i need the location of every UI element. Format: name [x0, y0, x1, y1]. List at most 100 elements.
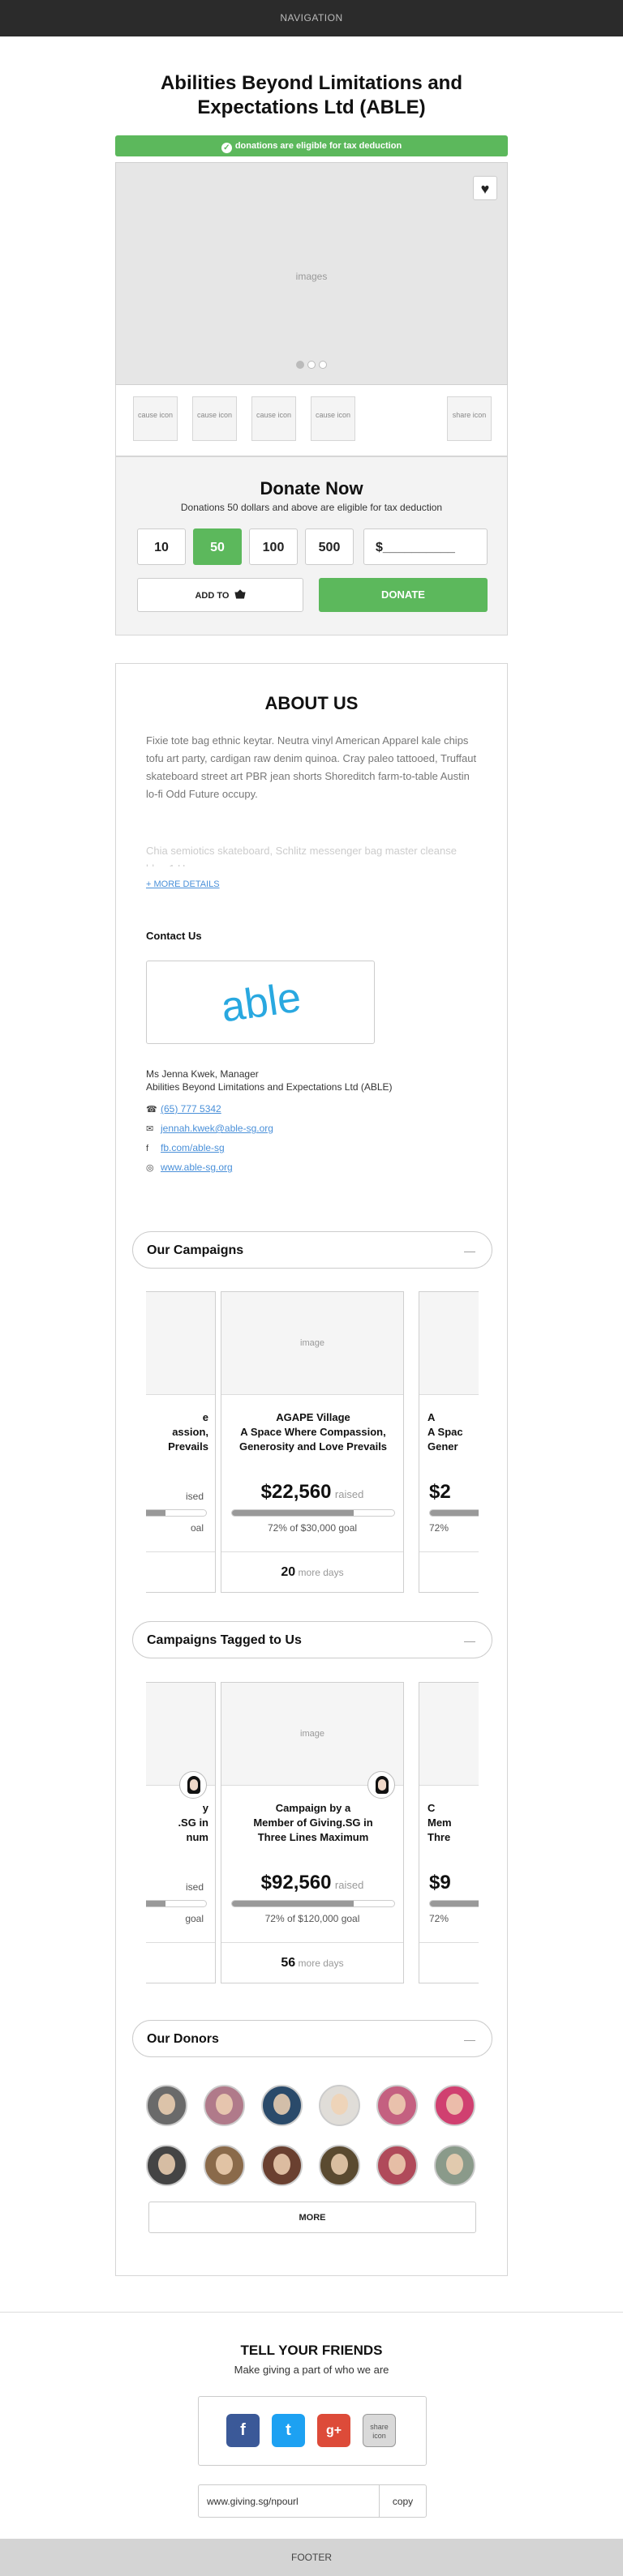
share-heading: TELL YOUR FRIENDS: [240, 2343, 383, 2358]
facebook-icon[interactable]: f: [226, 2414, 260, 2447]
contact-name: Ms Jenna Kwek, Manager: [146, 1068, 259, 1080]
about-panel: ABOUT US Fixie tote bag ethnic keytar. N…: [115, 663, 508, 2276]
cause-icon[interactable]: cause icon: [311, 396, 355, 441]
basket-icon: [234, 589, 246, 599]
donor-avatar[interactable]: [376, 2085, 418, 2126]
collapse-icon[interactable]: —: [464, 1232, 475, 1269]
donate-title: Donate Now: [260, 478, 363, 499]
donor-avatar[interactable]: [434, 2145, 475, 2186]
our-campaigns-header[interactable]: Our Campaigns —: [132, 1231, 492, 1269]
campaign-card[interactable]: y .SG in num ised goal: [146, 1682, 216, 1983]
campaign-progress-bar: [231, 1509, 395, 1517]
twitter-icon[interactable]: t: [272, 2414, 305, 2447]
more-details-link[interactable]: + MORE DETAILS: [146, 879, 220, 889]
donor-avatar[interactable]: [204, 2085, 245, 2126]
share-icon[interactable]: share icon: [363, 2414, 396, 2447]
contact-heading: Contact Us: [146, 930, 202, 942]
gallery-dot[interactable]: [307, 361, 316, 369]
campaign-goal: 72% of $30,000 goal: [267, 1522, 358, 1534]
about-title: ABOUT US: [264, 693, 359, 713]
amount-500-button[interactable]: 500: [305, 528, 354, 565]
campaign-card[interactable]: C Mem Thre $9 72%: [419, 1682, 479, 1983]
add-to-basket-button[interactable]: ADD TO: [137, 578, 303, 612]
facebook-icon: f: [146, 1144, 149, 1153]
add-to-label: ADD TO: [195, 591, 230, 601]
donor-avatar[interactable]: [146, 2085, 187, 2126]
globe-icon: ◎: [146, 1163, 154, 1173]
campaign-title: AGAPE Village A Space Where Compassion, …: [238, 1411, 388, 1453]
gallery-dot[interactable]: [296, 361, 304, 369]
donor-avatar[interactable]: [376, 2145, 418, 2186]
contact-facebook[interactable]: f fb.com/able-sg: [146, 1142, 225, 1153]
campaign-card[interactable]: A A Spac Gener $2 72%: [419, 1291, 479, 1593]
avatar: [367, 1771, 395, 1799]
gallery-dot[interactable]: [319, 361, 327, 369]
about-text-faded: Chia semiotics skateboard, Schlitz messe…: [146, 845, 457, 867]
cause-icon[interactable]: cause icon: [133, 396, 178, 441]
custom-amount-input[interactable]: $__________: [363, 528, 488, 565]
donor-avatar[interactable]: [434, 2085, 475, 2126]
footer: FOOTER: [0, 2539, 623, 2576]
amount-10-button[interactable]: 10: [137, 528, 186, 565]
collapse-icon[interactable]: —: [464, 2021, 475, 2058]
donate-button[interactable]: DONATE: [319, 578, 488, 612]
campaign-progress-fill: [232, 1510, 354, 1516]
campaign-card[interactable]: e assion, Prevails ised oal: [146, 1291, 216, 1593]
donor-avatar[interactable]: [319, 2085, 360, 2126]
avatar: [179, 1771, 207, 1799]
donors-title: Our Donors: [147, 2032, 219, 2046]
share-url-field[interactable]: www.giving.sg/npourl copy: [198, 2484, 427, 2518]
more-donors-button[interactable]: MORE: [148, 2202, 476, 2233]
donor-avatar[interactable]: [261, 2085, 303, 2126]
tagged-campaigns-carousel[interactable]: y .SG in num ised goal image Campaign by…: [146, 1682, 479, 1990]
campaign-card[interactable]: image AGAPE Village A Space Where Compas…: [221, 1291, 404, 1593]
campaign-card[interactable]: image Campaign by a Member of Giving.SG …: [221, 1682, 404, 1983]
cause-icon[interactable]: cause icon: [251, 396, 296, 441]
tax-deduction-banner: ✓ donations are eligible for tax deductio…: [115, 135, 508, 156]
donor-avatar[interactable]: [146, 2145, 187, 2186]
google-plus-icon[interactable]: g+: [317, 2414, 350, 2447]
campaign-title: Campaign by a Member of Giving.SG in Thr…: [253, 1802, 373, 1843]
donor-avatar[interactable]: [261, 2145, 303, 2186]
gallery-placeholder: images: [295, 271, 328, 282]
contact-phone[interactable]: ☎ (65) 777 5342: [146, 1103, 221, 1115]
share-icon[interactable]: share icon: [447, 396, 492, 441]
able-logo: able: [218, 973, 303, 1031]
tagged-campaigns-title: Campaigns Tagged to Us: [147, 1633, 302, 1647]
share-subheading: Make giving a part of who we are: [234, 2364, 389, 2376]
amount-100-button[interactable]: 100: [249, 528, 298, 565]
contact-website[interactable]: ◎ www.able-sg.org: [146, 1162, 233, 1173]
divider: [0, 2312, 623, 2313]
campaign-progress-bar: [231, 1900, 395, 1907]
our-campaigns-carousel[interactable]: e assion, Prevails ised oal image AGAPE …: [146, 1291, 479, 1599]
share-buttons: f t g+ share icon: [198, 2396, 427, 2466]
tax-banner-label: donations are eligible for tax deduction: [234, 141, 402, 151]
cause-icon[interactable]: cause icon: [192, 396, 237, 441]
donate-subtitle: Donations 50 dollars and above are eligi…: [180, 502, 443, 513]
copy-button[interactable]: copy: [379, 2485, 426, 2517]
amount-50-button[interactable]: 50: [193, 528, 242, 565]
collapse-icon[interactable]: —: [464, 1622, 475, 1659]
donor-avatar[interactable]: [319, 2145, 360, 2186]
tagged-campaigns-header[interactable]: Campaigns Tagged to Us —: [132, 1621, 492, 1658]
navigation-bar[interactable]: NAVIGATION: [0, 0, 623, 36]
image-gallery[interactable]: images ♥: [115, 162, 508, 385]
contact-org: Abilities Beyond Limitations and Expecta…: [146, 1081, 393, 1093]
check-icon: ✓: [221, 143, 232, 153]
contact-details: Ms Jenna Kwek, Manager Abilities Beyond …: [146, 1068, 393, 1093]
donor-avatar[interactable]: [204, 2145, 245, 2186]
org-logo: able: [146, 961, 375, 1044]
share-url[interactable]: www.giving.sg/npourl: [207, 2485, 299, 2518]
mail-icon: ✉: [146, 1124, 154, 1134]
gallery-pagination: [116, 358, 507, 373]
contact-email[interactable]: ✉ jennah.kwek@able-sg.org: [146, 1123, 273, 1134]
campaign-amount: $22,560 raised: [260, 1481, 364, 1503]
our-campaigns-title: Our Campaigns: [147, 1243, 244, 1257]
campaign-days-left: 56 more days: [221, 1942, 403, 1983]
donors-header[interactable]: Our Donors —: [132, 2020, 492, 2057]
campaign-image: image: [221, 1683, 403, 1786]
svg-text:able: able: [218, 973, 303, 1031]
heart-icon[interactable]: ♥: [473, 176, 497, 200]
page-title: Abilities Beyond Limitations and Expecta…: [160, 72, 463, 118]
donate-panel: Donate Now Donations 50 dollars and abov…: [115, 456, 508, 635]
